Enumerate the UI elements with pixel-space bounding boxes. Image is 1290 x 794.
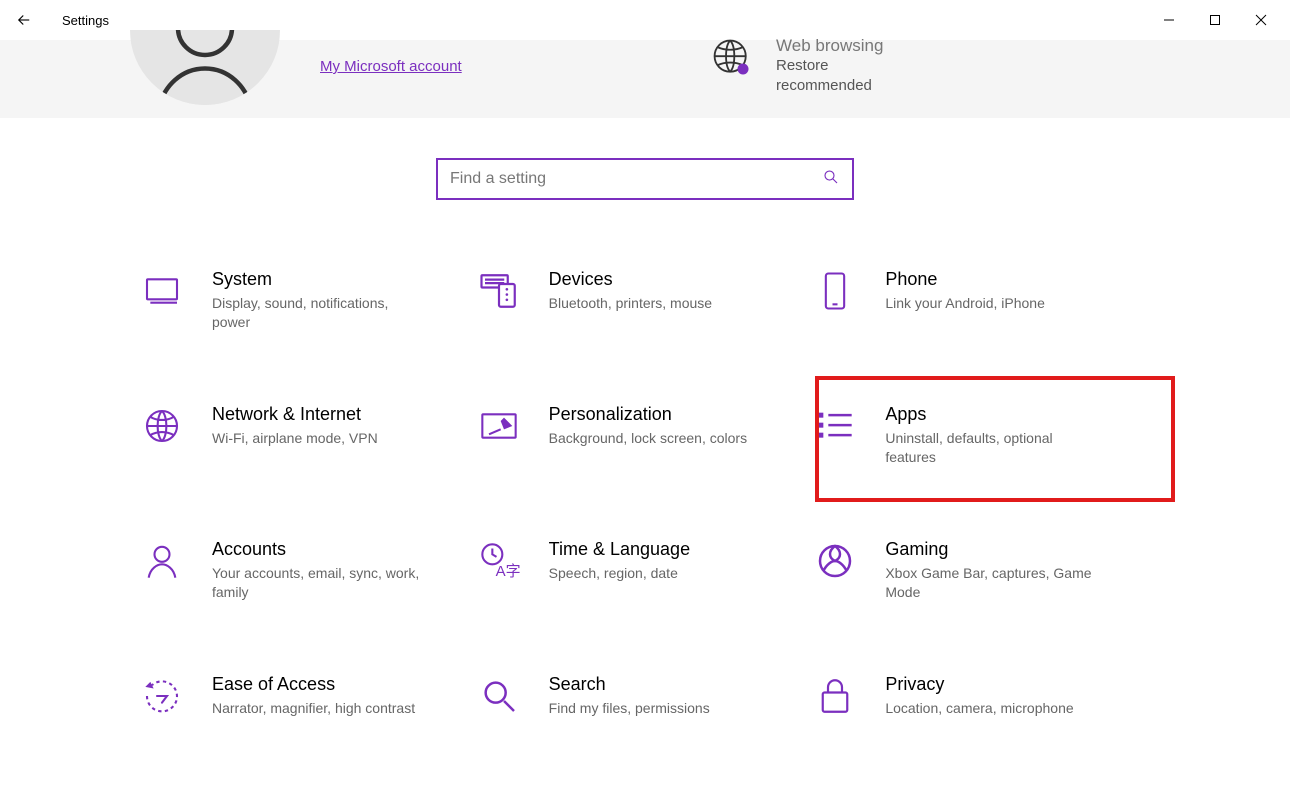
tile-title: Time & Language bbox=[549, 539, 690, 560]
hero-card-title: Web browsing bbox=[776, 36, 883, 56]
tile-accounts[interactable]: Accounts Your accounts, email, sync, wor… bbox=[140, 535, 477, 615]
search-box[interactable] bbox=[436, 158, 854, 200]
hero-strip: My Microsoft account Web browsing Restor… bbox=[0, 40, 1290, 118]
close-icon bbox=[1255, 14, 1267, 26]
tile-desc: Narrator, magnifier, high contrast bbox=[212, 699, 415, 718]
tile-gaming[interactable]: Gaming Xbox Game Bar, captures, Game Mod… bbox=[813, 535, 1150, 615]
back-arrow-icon bbox=[15, 11, 33, 29]
svg-text:A字: A字 bbox=[495, 563, 519, 580]
tile-devices[interactable]: Devices Bluetooth, printers, mouse bbox=[477, 265, 814, 345]
close-button[interactable] bbox=[1238, 4, 1284, 36]
settings-grid: System Display, sound, notifications, po… bbox=[140, 265, 1150, 750]
tile-desc: Wi-Fi, airplane mode, VPN bbox=[212, 429, 378, 448]
phone-icon bbox=[813, 269, 857, 313]
tile-title: Apps bbox=[885, 404, 1095, 425]
tile-desc: Uninstall, defaults, optional features bbox=[885, 429, 1095, 467]
privacy-icon bbox=[813, 674, 857, 718]
tile-desc: Find my files, permissions bbox=[549, 699, 710, 718]
search-icon bbox=[822, 168, 840, 191]
personalization-icon bbox=[477, 404, 521, 448]
tile-desc: Link your Android, iPhone bbox=[885, 294, 1045, 313]
tile-title: Personalization bbox=[549, 404, 747, 425]
tile-title: Privacy bbox=[885, 674, 1073, 695]
tile-desc: Bluetooth, printers, mouse bbox=[549, 294, 712, 313]
network-icon bbox=[140, 404, 184, 448]
tile-title: Network & Internet bbox=[212, 404, 378, 425]
tile-privacy[interactable]: Privacy Location, camera, microphone bbox=[813, 670, 1150, 750]
tile-title: System bbox=[212, 269, 422, 290]
globe-icon bbox=[710, 36, 754, 80]
minimize-icon bbox=[1163, 14, 1175, 26]
user-avatar-icon bbox=[130, 30, 280, 105]
maximize-icon bbox=[1209, 14, 1221, 26]
tile-apps[interactable]: Apps Uninstall, defaults, optional featu… bbox=[813, 400, 1150, 480]
tile-ease-of-access[interactable]: Ease of Access Narrator, magnifier, high… bbox=[140, 670, 477, 750]
system-icon bbox=[140, 269, 184, 313]
tile-desc: Xbox Game Bar, captures, Game Mode bbox=[885, 564, 1095, 602]
tile-desc: Background, lock screen, colors bbox=[549, 429, 747, 448]
search-input[interactable] bbox=[450, 170, 822, 188]
tile-phone[interactable]: Phone Link your Android, iPhone bbox=[813, 265, 1150, 345]
apps-icon bbox=[813, 404, 857, 448]
tile-title: Devices bbox=[549, 269, 712, 290]
window-controls bbox=[1146, 4, 1284, 36]
hero-web-browsing-card[interactable]: Web browsing Restore recommended bbox=[710, 36, 883, 97]
tile-system[interactable]: System Display, sound, notifications, po… bbox=[140, 265, 477, 345]
maximize-button[interactable] bbox=[1192, 4, 1238, 36]
hero-card-line1: Restore bbox=[776, 56, 883, 76]
user-avatar[interactable] bbox=[130, 30, 280, 105]
tile-desc: Display, sound, notifications, power bbox=[212, 294, 422, 332]
devices-icon bbox=[477, 269, 521, 313]
tile-desc: Your accounts, email, sync, work, family bbox=[212, 564, 422, 602]
my-microsoft-account-link[interactable]: My Microsoft account bbox=[320, 58, 462, 105]
tile-title: Gaming bbox=[885, 539, 1095, 560]
tile-search[interactable]: Search Find my files, permissions bbox=[477, 670, 814, 750]
back-button[interactable] bbox=[14, 10, 34, 30]
ease-of-access-icon bbox=[140, 674, 184, 718]
tile-title: Ease of Access bbox=[212, 674, 415, 695]
tile-desc: Location, camera, microphone bbox=[885, 699, 1073, 718]
hero-card-line2: recommended bbox=[776, 76, 883, 96]
gaming-icon bbox=[813, 539, 857, 583]
search-category-icon bbox=[477, 674, 521, 718]
accounts-icon bbox=[140, 539, 184, 583]
minimize-button[interactable] bbox=[1146, 4, 1192, 36]
tile-personalization[interactable]: Personalization Background, lock screen,… bbox=[477, 400, 814, 480]
tile-desc: Speech, region, date bbox=[549, 564, 690, 583]
tile-title: Phone bbox=[885, 269, 1045, 290]
window-title: Settings bbox=[62, 13, 109, 28]
time-language-icon: A字 bbox=[477, 539, 521, 583]
tile-title: Search bbox=[549, 674, 710, 695]
tile-network[interactable]: Network & Internet Wi-Fi, airplane mode,… bbox=[140, 400, 477, 480]
tile-time-language[interactable]: A字 Time & Language Speech, region, date bbox=[477, 535, 814, 615]
tile-title: Accounts bbox=[212, 539, 422, 560]
